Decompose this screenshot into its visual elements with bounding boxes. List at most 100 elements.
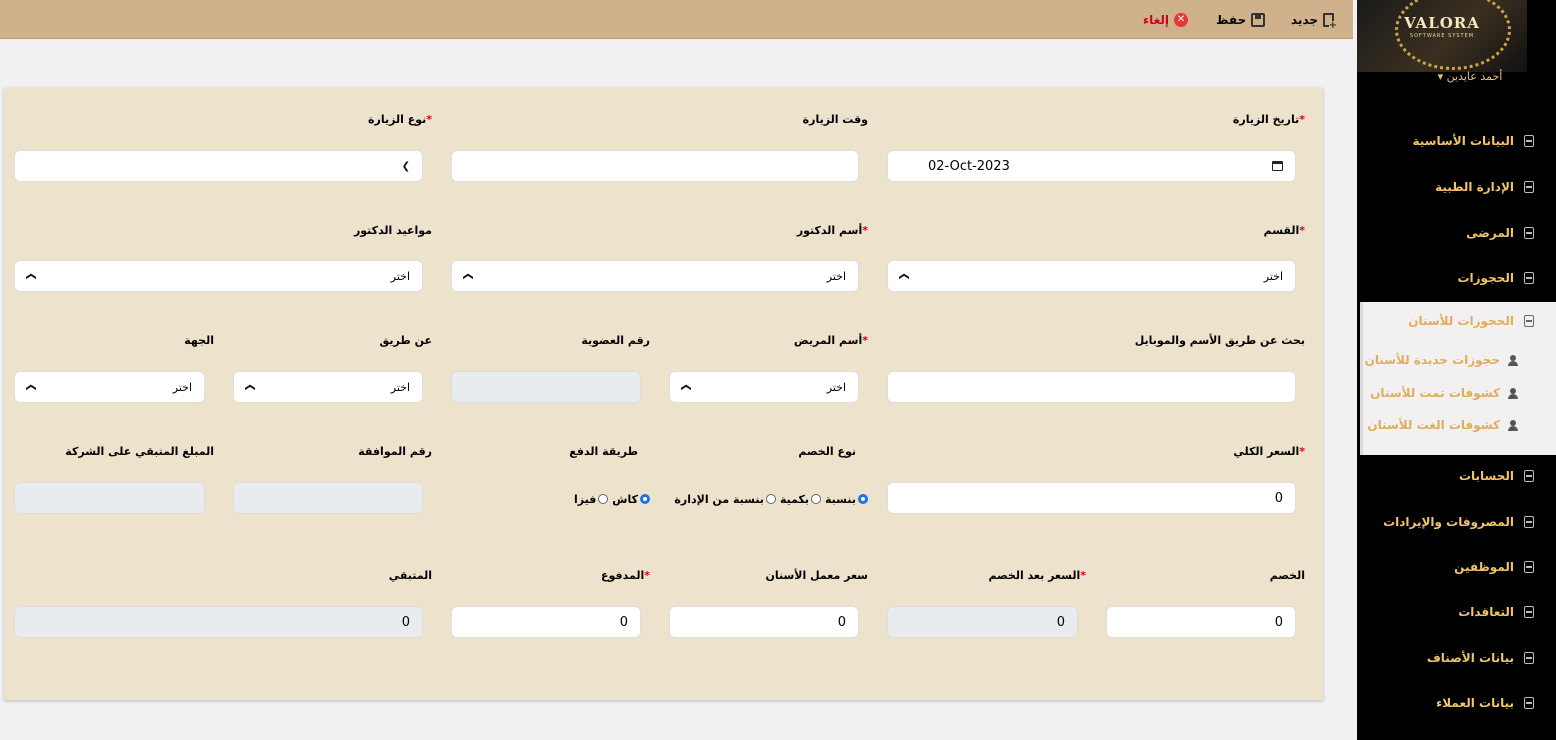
chevron-down-icon: ❯ bbox=[462, 271, 474, 281]
membership-label: رقم العضوية bbox=[581, 334, 650, 347]
chevron-down-icon: ❯ bbox=[401, 160, 410, 172]
patient-name-select[interactable]: اختر ❯ bbox=[669, 371, 859, 403]
paid-input[interactable]: 0 bbox=[451, 606, 641, 638]
chevron-down-icon: ❯ bbox=[680, 382, 692, 392]
visit-time-input[interactable] bbox=[451, 150, 859, 182]
database-icon bbox=[1524, 227, 1534, 239]
database-icon bbox=[1524, 561, 1534, 573]
cancel-button-label: إلغاء bbox=[1143, 13, 1170, 27]
payment-visa-radio[interactable]: فيزا bbox=[574, 493, 609, 506]
submenu-cancelled-dental[interactable]: كشوفات الغت للأسنان bbox=[1367, 418, 1518, 432]
sidebar-item-accounts[interactable]: الحسابات bbox=[1364, 466, 1534, 486]
save-button[interactable]: حفظ bbox=[1216, 11, 1266, 29]
discount-label: الخصم bbox=[1269, 569, 1305, 582]
discount-amount-radio[interactable]: بكمية bbox=[780, 493, 822, 506]
sidebar-item-contracts[interactable]: التعاقدات bbox=[1364, 602, 1534, 622]
sidebar-item-patients[interactable]: المرضى bbox=[1364, 223, 1534, 243]
submenu-completed-dental[interactable]: كشوفات تمت للأسنان bbox=[1370, 386, 1518, 400]
sidebar-item-label: الحجوزات bbox=[1457, 271, 1514, 285]
close-circle-icon: ✕ bbox=[1174, 13, 1189, 27]
remaining-label: المتبقي bbox=[388, 569, 432, 582]
via-select[interactable]: اختر ❯ bbox=[233, 371, 423, 403]
entity-label: الجهة bbox=[184, 334, 214, 347]
sidebar-item-basic-data[interactable]: البيانات الأساسية bbox=[1364, 131, 1534, 151]
user-icon bbox=[1508, 387, 1518, 399]
company-remaining-label: المبلغ المتبقي على الشركة bbox=[65, 445, 214, 458]
sidebar-item-label: الموظفين bbox=[1454, 560, 1514, 574]
sidebar-item-label: بيانات العملاء bbox=[1436, 696, 1514, 710]
discount-admin-radio[interactable]: بنسبة من الإدارة bbox=[674, 493, 776, 506]
database-icon bbox=[1524, 697, 1534, 709]
remaining-input[interactable]: 0 bbox=[14, 606, 423, 638]
database-icon bbox=[1524, 272, 1534, 284]
via-label: عن طريق bbox=[379, 334, 433, 347]
discount-input[interactable]: 0 bbox=[1106, 606, 1296, 638]
total-price-input[interactable]: 0 bbox=[887, 482, 1296, 514]
payment-cash-radio[interactable]: كاش bbox=[612, 493, 650, 506]
database-icon bbox=[1524, 606, 1534, 618]
sidebar-item-label: الحسابات bbox=[1458, 469, 1514, 483]
visit-type-select[interactable]: ❯ bbox=[14, 150, 423, 182]
sidebar-item-expenses-revenues[interactable]: المصروفات والإيرادات bbox=[1364, 512, 1534, 532]
price-after-discount-input[interactable]: 0 bbox=[887, 606, 1078, 638]
visit-date-label: *تاريخ الزيارة bbox=[1232, 113, 1305, 126]
cancel-button[interactable]: ✕ إلغاء bbox=[1143, 11, 1189, 29]
calendar-icon[interactable] bbox=[1272, 161, 1283, 171]
sidebar-item-label: البيانات الأساسية bbox=[1412, 134, 1514, 148]
discount-percent-radio[interactable]: بنسبة bbox=[825, 493, 868, 506]
payment-method-radios: كاش فيزا bbox=[570, 491, 650, 507]
lab-price-input[interactable]: 0 bbox=[669, 606, 859, 638]
sidebar-item-employees[interactable]: الموظفين bbox=[1364, 557, 1534, 577]
new-button[interactable]: جديد bbox=[1291, 11, 1338, 30]
membership-input[interactable] bbox=[451, 371, 641, 403]
submenu-dental-bookings[interactable]: الحجوزات للأسنان bbox=[1408, 314, 1534, 328]
app-logo: VALORA SOFTWARE SYSTEM bbox=[1357, 0, 1527, 72]
new-file-icon bbox=[1323, 13, 1338, 30]
submenu-title: الحجوزات للأسنان bbox=[1408, 314, 1514, 328]
chevron-down-icon: ❯ bbox=[25, 382, 37, 392]
submenu-item-label: كشوفات تمت للأسنان bbox=[1370, 386, 1500, 400]
payment-method-label: طريقة الدفع bbox=[569, 445, 638, 458]
visit-date-input[interactable]: 02-Oct-2023 bbox=[887, 150, 1296, 182]
user-icon bbox=[1508, 354, 1518, 366]
submenu-item-label: حجوزات جديدة للأسنان bbox=[1364, 353, 1500, 367]
sidebar-item-items-data[interactable]: بيانات الأصناف bbox=[1364, 648, 1534, 668]
chevron-down-icon: ❯ bbox=[898, 271, 910, 281]
sidebar-item-label: بيانات الأصناف bbox=[1426, 651, 1514, 665]
logo-brand: VALORA bbox=[1404, 14, 1480, 32]
approval-number-label: رقم الموافقة bbox=[358, 445, 432, 458]
search-label: بحث عن طريق الأسم والموبايل bbox=[1134, 334, 1305, 347]
doctor-schedule-select[interactable]: اختر ❯ bbox=[14, 260, 423, 292]
total-price-label: *السعر الكلي bbox=[1233, 445, 1305, 458]
entity-select[interactable]: اختر ❯ bbox=[14, 371, 205, 403]
database-icon bbox=[1524, 470, 1534, 482]
save-disk-icon bbox=[1251, 13, 1266, 27]
sidebar-item-clients-data[interactable]: بيانات العملاء bbox=[1364, 693, 1534, 713]
company-remaining-input[interactable] bbox=[14, 482, 205, 514]
user-menu[interactable]: أحمد عايدين ▾ bbox=[1420, 70, 1520, 83]
new-button-label: جديد bbox=[1291, 13, 1319, 27]
logo-tagline: SOFTWARE SYSTEM bbox=[1409, 33, 1475, 39]
doctor-name-select[interactable]: اختر ❯ bbox=[451, 260, 859, 292]
search-input[interactable] bbox=[887, 371, 1296, 403]
database-icon bbox=[1524, 135, 1534, 147]
approval-number-input[interactable] bbox=[233, 482, 423, 514]
chevron-down-icon: ❯ bbox=[25, 271, 37, 281]
visit-type-label: *نوع الزيارة bbox=[368, 113, 432, 126]
database-icon bbox=[1524, 181, 1534, 193]
paid-label: *المدفوع bbox=[600, 569, 650, 582]
top-toolbar: جديد حفظ ✕ إلغاء bbox=[0, 0, 1353, 39]
user-icon bbox=[1508, 419, 1518, 431]
submenu-new-dental-bookings[interactable]: حجوزات جديدة للأسنان bbox=[1365, 353, 1518, 367]
sidebar-item-label: المرضى bbox=[1466, 226, 1514, 240]
patient-name-label: *أسم المريض bbox=[793, 334, 868, 347]
database-icon bbox=[1524, 516, 1534, 528]
sidebar-item-label: الإدارة الطبية bbox=[1435, 180, 1514, 194]
department-select[interactable]: اختر ❯ bbox=[887, 260, 1296, 292]
database-icon bbox=[1524, 652, 1534, 664]
sidebar-item-bookings[interactable]: الحجوزات bbox=[1364, 268, 1534, 288]
lab-price-label: سعر معمل الأسنان bbox=[765, 569, 868, 582]
sidebar-item-medical-admin[interactable]: الإدارة الطبية bbox=[1364, 177, 1534, 197]
sidebar-item-label: التعاقدات bbox=[1458, 605, 1514, 619]
department-label: *القسم bbox=[1263, 224, 1305, 237]
